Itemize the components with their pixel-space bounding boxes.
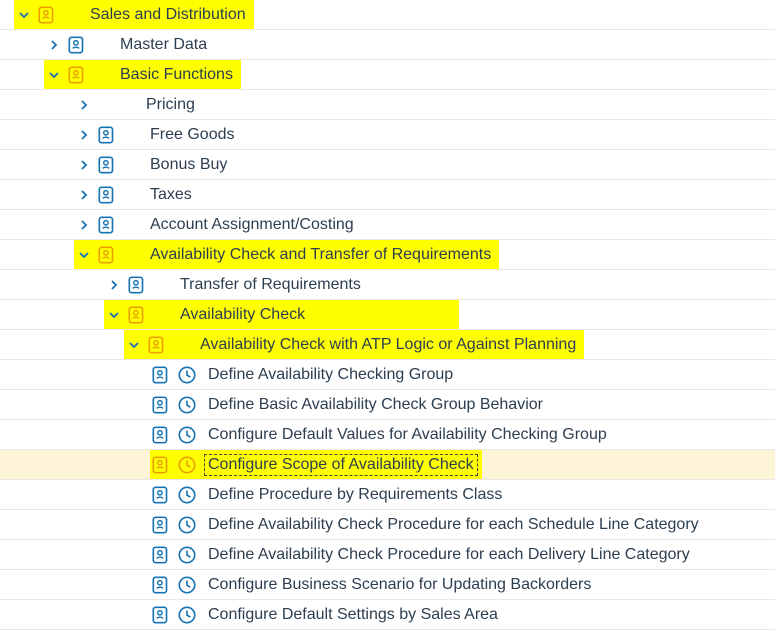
chevron-right-icon[interactable]	[74, 95, 94, 115]
img-node-icon	[146, 334, 168, 356]
tree-node-label: Availability Check	[176, 304, 309, 326]
chevron-right-icon[interactable]	[104, 275, 124, 295]
clock-icon	[176, 544, 198, 566]
tree-node-pricing[interactable]: Pricing	[0, 90, 775, 120]
tree-leaf-label: Configure Default Values for Availabilit…	[204, 424, 611, 446]
img-activity-icon	[150, 454, 172, 476]
chevron-right-icon[interactable]	[74, 125, 94, 145]
img-node-icon	[66, 34, 88, 56]
tree-node-label: Pricing	[142, 94, 199, 116]
chevron-right-icon[interactable]	[74, 215, 94, 235]
clock-icon	[176, 574, 198, 596]
tree-node-free-goods[interactable]: Free Goods	[0, 120, 775, 150]
clock-icon	[176, 604, 198, 626]
tree-leaf-label: Define Basic Availability Check Group Be…	[204, 394, 547, 416]
tree-node-label: Sales and Distribution	[86, 4, 250, 26]
img-activity-icon	[150, 364, 172, 386]
chevron-down-icon[interactable]	[104, 305, 124, 325]
tree-node-account-assignment[interactable]: Account Assignment/Costing	[0, 210, 775, 240]
img-activity-icon	[150, 604, 172, 626]
tree-leaf-label: Define Availability Checking Group	[204, 364, 457, 386]
img-node-icon	[36, 4, 58, 26]
tree-node-label: Basic Functions	[116, 64, 237, 86]
tree-leaf-label: Define Availability Check Procedure for …	[204, 544, 694, 566]
img-activity-icon	[150, 574, 172, 596]
img-activity-icon	[150, 484, 172, 506]
tree-leaf-define-proc-schedule[interactable]: Define Availability Check Procedure for …	[0, 510, 775, 540]
clock-icon	[176, 454, 198, 476]
tree-node-label: Availability Check and Transfer of Requi…	[146, 244, 495, 266]
tree-leaf-label: Configure Default Settings by Sales Area	[204, 604, 502, 626]
tree-leaf-define-basic-behavior[interactable]: Define Basic Availability Check Group Be…	[0, 390, 775, 420]
img-node-icon	[96, 214, 118, 236]
tree-leaf-label: Define Procedure by Requirements Class	[204, 484, 506, 506]
tree-node-sales-distribution[interactable]: Sales and Distribution	[0, 0, 775, 30]
tree-node-transfer-req[interactable]: Transfer of Requirements	[0, 270, 775, 300]
tree-node-label: Bonus Buy	[146, 154, 231, 176]
tree-node-label: Transfer of Requirements	[176, 274, 365, 296]
chevron-down-icon[interactable]	[44, 65, 64, 85]
img-node-icon	[126, 274, 148, 296]
tree-node-label: Availability Check with ATP Logic or Aga…	[196, 334, 580, 356]
chevron-down-icon[interactable]	[124, 335, 144, 355]
chevron-right-icon[interactable]	[74, 155, 94, 175]
tree-leaf-define-proc-class[interactable]: Define Procedure by Requirements Class	[0, 480, 775, 510]
tree-node-avail-check-atp[interactable]: Availability Check with ATP Logic or Aga…	[0, 330, 775, 360]
clock-icon	[176, 484, 198, 506]
clock-icon	[176, 424, 198, 446]
chevron-down-icon[interactable]	[14, 5, 34, 25]
img-node-icon	[96, 244, 118, 266]
tree-node-avail-check[interactable]: Availability Check	[0, 300, 775, 330]
tree-leaf-configure-defaults[interactable]: Configure Default Values for Availabilit…	[0, 420, 775, 450]
img-activity-icon	[150, 544, 172, 566]
tree-leaf-configure-backorders[interactable]: Configure Business Scenario for Updating…	[0, 570, 775, 600]
img-node-icon	[66, 64, 88, 86]
clock-icon	[176, 514, 198, 536]
img-node-icon	[96, 154, 118, 176]
img-activity-icon	[150, 514, 172, 536]
img-activity-icon	[150, 394, 172, 416]
tree-node-bonus-buy[interactable]: Bonus Buy	[0, 150, 775, 180]
chevron-right-icon[interactable]	[44, 35, 64, 55]
img-node-icon	[126, 304, 148, 326]
chevron-down-icon[interactable]	[74, 245, 94, 265]
tree-node-taxes[interactable]: Taxes	[0, 180, 775, 210]
tree-leaf-define-group[interactable]: Define Availability Checking Group	[0, 360, 775, 390]
tree-node-master-data[interactable]: Master Data	[0, 30, 775, 60]
tree-node-label: Taxes	[146, 184, 196, 206]
tree-leaf-label: Define Availability Check Procedure for …	[204, 514, 703, 536]
tree-node-label: Account Assignment/Costing	[146, 214, 358, 236]
img-node-icon	[96, 124, 118, 146]
tree-leaf-configure-sales-area[interactable]: Configure Default Settings by Sales Area	[0, 600, 775, 630]
chevron-right-icon[interactable]	[74, 185, 94, 205]
tree-node-label: Free Goods	[146, 124, 238, 146]
img-node-icon	[96, 184, 118, 206]
tree-leaf-label: Configure Business Scenario for Updating…	[204, 574, 595, 596]
tree-node-avail-check-transfer[interactable]: Availability Check and Transfer of Requi…	[0, 240, 775, 270]
tree-leaf-define-proc-delivery[interactable]: Define Availability Check Procedure for …	[0, 540, 775, 570]
clock-icon	[176, 364, 198, 386]
img-activity-icon	[150, 424, 172, 446]
clock-icon	[176, 394, 198, 416]
tree-leaf-configure-scope[interactable]: Configure Scope of Availability Check	[0, 450, 775, 480]
tree-node-basic-functions[interactable]: Basic Functions	[0, 60, 775, 90]
img-tree: Sales and Distribution Master Data Basic…	[0, 0, 775, 630]
tree-node-label: Master Data	[116, 34, 211, 56]
tree-leaf-label: Configure Scope of Availability Check	[204, 454, 478, 476]
